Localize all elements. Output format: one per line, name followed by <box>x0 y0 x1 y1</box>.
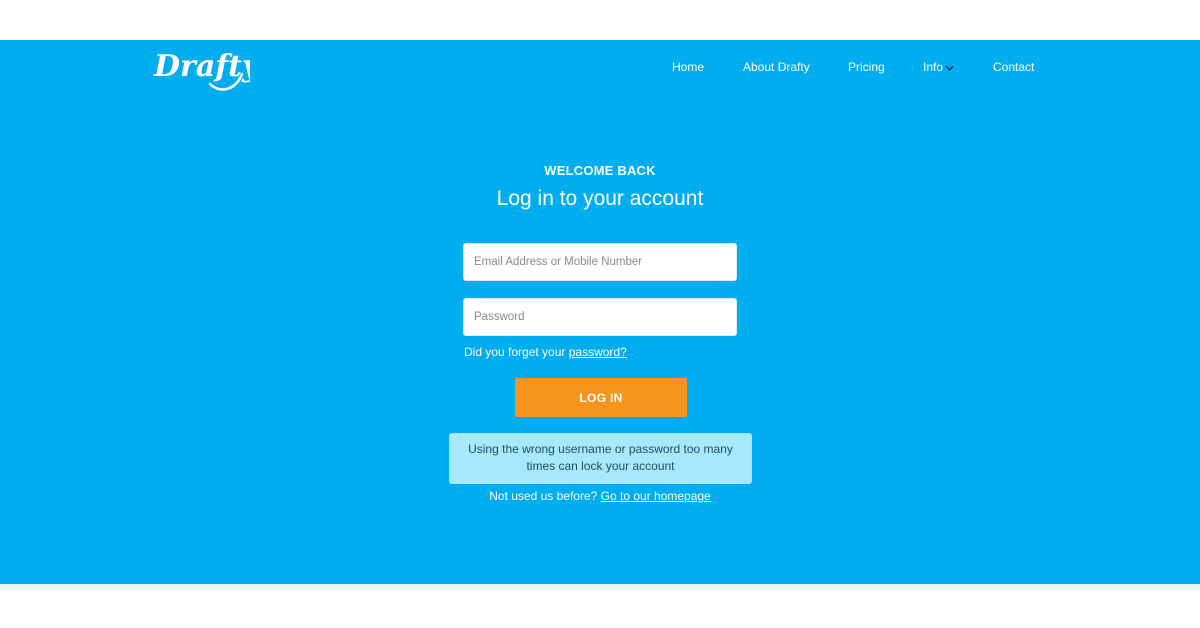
top-strip <box>0 0 1200 40</box>
email-field[interactable] <box>463 243 737 281</box>
nav-info-label: Info <box>923 60 944 74</box>
forgot-prefix: Did you forget your <box>464 345 569 359</box>
main-nav: Home About Drafty Pricing Info Contact <box>0 59 1200 75</box>
login-button[interactable]: LOG IN <box>515 378 687 417</box>
chevron-down-icon <box>945 65 954 71</box>
lockout-warning: Using the wrong username or password too… <box>449 433 752 484</box>
footer-divider <box>0 584 1200 590</box>
homepage-prompt-prefix: Not used us before? <box>489 489 601 503</box>
nav-about-drafty[interactable]: About Drafty <box>743 59 810 75</box>
nav-contact[interactable]: Contact <box>993 59 1034 75</box>
password-field[interactable] <box>463 298 737 336</box>
page-title: Log in to your account <box>496 187 704 210</box>
homepage-link[interactable]: Go to our homepage <box>601 489 711 503</box>
welcome-eyebrow: WELCOME BACK <box>544 163 656 178</box>
homepage-prompt: Not used us before? Go to our homepage <box>0 489 1200 503</box>
nav-info[interactable]: Info <box>923 59 954 75</box>
nav-pricing[interactable]: Pricing <box>848 59 885 75</box>
forgot-password-link[interactable]: password? <box>569 345 627 359</box>
forgot-password-text: Did you forget your password? <box>464 345 627 359</box>
nav-home[interactable]: Home <box>672 59 704 75</box>
